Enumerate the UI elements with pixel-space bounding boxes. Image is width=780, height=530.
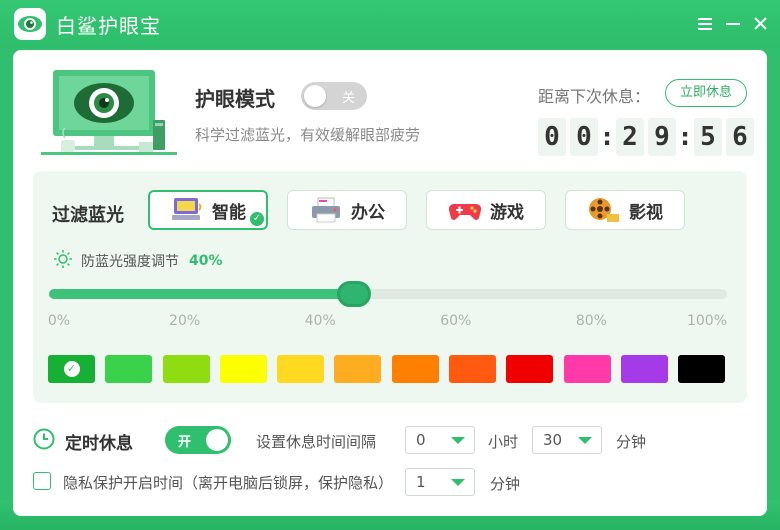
toggle-knob: [304, 85, 326, 107]
timed-rest-toggle[interactable]: 开: [165, 426, 231, 454]
color-swatch[interactable]: [506, 355, 554, 383]
toggle-knob: [206, 429, 228, 451]
minutes-value: 30: [543, 431, 563, 449]
interval-label: 设置休息时间间隔: [256, 433, 377, 451]
color-swatch[interactable]: [219, 355, 267, 383]
timer-separator: :: [602, 123, 612, 151]
timer-digit: 0: [538, 118, 566, 156]
mode-label: 办公: [351, 202, 385, 223]
strength-slider-handle[interactable]: [337, 281, 372, 307]
tick-label: 100%: [686, 313, 728, 329]
strength-value: 40%: [189, 253, 223, 269]
strength-row: 防蓝光强度调节 40%: [53, 249, 223, 273]
mode-button-movie[interactable]: 影视: [565, 190, 685, 230]
strength-slider-fill: [49, 289, 355, 299]
filter-label: 过滤蓝光: [52, 205, 124, 226]
eye-mode-description: 科学过滤蓝光，有效缓解眼部疲劳: [195, 126, 421, 144]
privacy-checkbox[interactable]: [33, 472, 51, 490]
mode-label: 游戏: [490, 202, 524, 223]
color-swatch[interactable]: [162, 355, 210, 383]
hours-unit: 小时: [488, 433, 519, 451]
sun-icon: [53, 249, 73, 273]
tick-label: 80%: [575, 313, 607, 329]
eye-logo-icon: [14, 8, 46, 40]
main-panel: 护眼模式 关 科学过滤蓝光，有效缓解眼部疲劳 距离下次休息： 立即休息 0 0 …: [13, 50, 767, 516]
check-icon: ✓: [63, 361, 80, 377]
toggle-state-label: 开: [178, 435, 192, 450]
timed-rest-label: 定时休息: [65, 434, 133, 454]
timer-digit: 9: [648, 118, 676, 156]
minutes-unit: 分钟: [616, 433, 647, 451]
timer-digit: 2: [616, 118, 644, 156]
check-icon: ✓: [250, 212, 264, 226]
tick-label: 60%: [440, 313, 472, 329]
chevron-down-icon: [451, 479, 465, 486]
printer-icon: [309, 196, 343, 224]
color-swatch[interactable]: [563, 355, 611, 383]
toggle-state-label: 关: [341, 91, 355, 106]
color-swatch[interactable]: ✓: [48, 355, 95, 383]
tick-label: 0%: [47, 313, 71, 329]
minutes-dropdown[interactable]: 30: [532, 426, 602, 454]
color-swatch[interactable]: [277, 355, 325, 383]
gamepad-icon: [448, 196, 482, 224]
color-swatch[interactable]: [105, 355, 153, 383]
privacy-minutes-value: 1: [416, 473, 426, 491]
tick-label: 20%: [169, 313, 201, 329]
privacy-minutes-dropdown[interactable]: 1: [405, 468, 475, 496]
countdown-timer: 0 0 : 2 9 : 5 6: [538, 118, 758, 156]
rest-now-button[interactable]: 立即休息: [665, 79, 747, 107]
chevron-down-icon: [578, 437, 592, 444]
menu-icon[interactable]: [693, 10, 717, 36]
close-icon[interactable]: [748, 10, 772, 36]
timer-digit: 6: [726, 118, 754, 156]
mode-button-office[interactable]: 办公: [287, 190, 407, 230]
blue-light-filter-section: 过滤蓝光 智能 ✓ 办公 游戏 影视 防蓝光强度调节 40% 0% 20% 40…: [33, 171, 747, 403]
film-reel-icon: [587, 196, 621, 224]
strength-label: 防蓝光强度调节: [81, 254, 179, 270]
hours-dropdown[interactable]: 0: [405, 426, 475, 454]
color-swatch[interactable]: [678, 355, 726, 383]
computer-icon: [170, 196, 204, 224]
chevron-down-icon: [451, 437, 465, 444]
title-bar: 白鲨护眼宝: [0, 0, 780, 48]
timer-separator: :: [680, 123, 690, 151]
mode-label: 影视: [629, 202, 663, 223]
color-swatch[interactable]: [391, 355, 439, 383]
privacy-minutes-unit: 分钟: [490, 475, 521, 493]
clock-icon: [33, 428, 55, 450]
tick-label: 40%: [304, 313, 336, 329]
mode-label: 智能: [212, 202, 246, 223]
minimize-icon[interactable]: [721, 10, 745, 36]
timer-digit: 0: [570, 118, 598, 156]
color-swatch[interactable]: [620, 355, 668, 383]
color-swatch[interactable]: [449, 355, 497, 383]
color-swatch[interactable]: [334, 355, 382, 383]
slider-tick-labels: 0% 20% 40% 60% 80% 100%: [33, 313, 747, 333]
monitor-eye-illustration: [41, 68, 177, 160]
mode-button-smart[interactable]: 智能 ✓: [148, 190, 268, 230]
eye-mode-toggle[interactable]: 关: [301, 82, 367, 110]
hours-value: 0: [416, 431, 426, 449]
timer-digit: 5: [694, 118, 722, 156]
privacy-label: 隐私保护开启时间（离开电脑后锁屏，保护隐私）: [63, 474, 394, 492]
next-rest-label: 距离下次休息：: [538, 87, 651, 106]
mode-button-game[interactable]: 游戏: [426, 190, 546, 230]
color-swatches: ✓: [48, 355, 726, 383]
app-title: 白鲨护眼宝: [56, 14, 161, 38]
eye-mode-title: 护眼模式: [195, 87, 275, 111]
strength-slider-track[interactable]: [49, 281, 727, 307]
